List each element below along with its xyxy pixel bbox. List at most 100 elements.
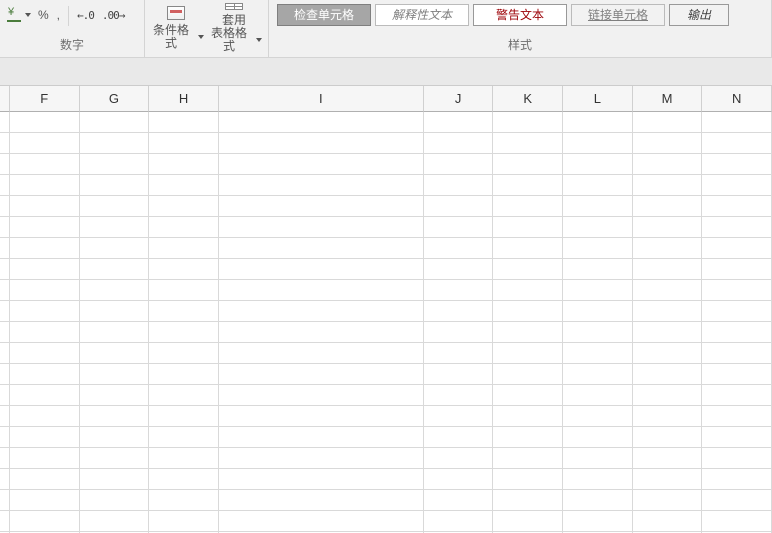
cell[interactable]: [80, 112, 150, 133]
cell[interactable]: [563, 469, 633, 490]
cell[interactable]: [219, 259, 424, 280]
cell[interactable]: [424, 259, 494, 280]
cell[interactable]: [493, 154, 563, 175]
cell[interactable]: [80, 238, 150, 259]
cell[interactable]: [0, 196, 10, 217]
cell[interactable]: [149, 196, 219, 217]
cell[interactable]: [702, 280, 772, 301]
cell[interactable]: [424, 364, 494, 385]
cell[interactable]: [10, 469, 80, 490]
cell[interactable]: [219, 280, 424, 301]
cell[interactable]: [563, 511, 633, 532]
cell[interactable]: [702, 259, 772, 280]
column-header-I[interactable]: I: [219, 86, 424, 112]
cell[interactable]: [702, 343, 772, 364]
cell[interactable]: [563, 322, 633, 343]
cell-style-explanatory[interactable]: 解释性文本: [375, 4, 469, 26]
cell[interactable]: [149, 133, 219, 154]
cell[interactable]: [0, 469, 10, 490]
cell[interactable]: [424, 175, 494, 196]
cell[interactable]: [424, 217, 494, 238]
cell[interactable]: [702, 427, 772, 448]
cell[interactable]: [493, 427, 563, 448]
cell[interactable]: [493, 490, 563, 511]
cell[interactable]: [219, 427, 424, 448]
cell[interactable]: [149, 280, 219, 301]
cell[interactable]: [219, 490, 424, 511]
cell[interactable]: [80, 427, 150, 448]
cell[interactable]: [424, 301, 494, 322]
cell[interactable]: [10, 364, 80, 385]
cell[interactable]: [424, 154, 494, 175]
cell[interactable]: [633, 112, 703, 133]
cell[interactable]: [149, 364, 219, 385]
cell[interactable]: [563, 427, 633, 448]
cell[interactable]: [10, 175, 80, 196]
cell[interactable]: [563, 406, 633, 427]
cell[interactable]: [0, 511, 10, 532]
cell[interactable]: [633, 469, 703, 490]
cell[interactable]: [219, 448, 424, 469]
cell[interactable]: [493, 259, 563, 280]
cell[interactable]: [563, 343, 633, 364]
cell[interactable]: [633, 343, 703, 364]
cell[interactable]: [149, 490, 219, 511]
cell[interactable]: [80, 301, 150, 322]
cell[interactable]: [80, 322, 150, 343]
cell[interactable]: [702, 322, 772, 343]
cell[interactable]: [0, 448, 10, 469]
cell[interactable]: [10, 448, 80, 469]
cell[interactable]: [493, 511, 563, 532]
format-as-table-button[interactable]: 套用 表格格式: [205, 2, 263, 54]
cell[interactable]: [0, 259, 10, 280]
cell[interactable]: [493, 385, 563, 406]
cell[interactable]: [424, 469, 494, 490]
cell[interactable]: [424, 343, 494, 364]
cell[interactable]: [0, 175, 10, 196]
cell[interactable]: [702, 196, 772, 217]
cell[interactable]: [563, 490, 633, 511]
cell[interactable]: [563, 154, 633, 175]
column-header-G[interactable]: G: [80, 86, 150, 112]
cell[interactable]: [219, 385, 424, 406]
cell[interactable]: [493, 448, 563, 469]
cell[interactable]: [493, 175, 563, 196]
cell[interactable]: [149, 322, 219, 343]
percent-format-button[interactable]: %: [35, 4, 52, 26]
cell[interactable]: [633, 448, 703, 469]
cell[interactable]: [149, 469, 219, 490]
cell[interactable]: [219, 238, 424, 259]
cell[interactable]: [0, 385, 10, 406]
cell[interactable]: [10, 217, 80, 238]
cell[interactable]: [219, 112, 424, 133]
cell[interactable]: [80, 343, 150, 364]
cell[interactable]: [10, 427, 80, 448]
cell[interactable]: [0, 322, 10, 343]
cell[interactable]: [702, 238, 772, 259]
cell[interactable]: [633, 196, 703, 217]
cell[interactable]: [493, 322, 563, 343]
cell[interactable]: [219, 175, 424, 196]
cell[interactable]: [219, 343, 424, 364]
cell[interactable]: [10, 511, 80, 532]
cell[interactable]: [563, 448, 633, 469]
cell[interactable]: [563, 280, 633, 301]
cell[interactable]: [0, 343, 10, 364]
cell[interactable]: [219, 154, 424, 175]
cell[interactable]: [219, 322, 424, 343]
cell[interactable]: [563, 301, 633, 322]
cell[interactable]: [702, 364, 772, 385]
column-header-L[interactable]: L: [563, 86, 633, 112]
cell[interactable]: [424, 196, 494, 217]
cell[interactable]: [0, 238, 10, 259]
cell[interactable]: [80, 448, 150, 469]
cell[interactable]: [10, 238, 80, 259]
cell[interactable]: [493, 238, 563, 259]
cell[interactable]: [563, 175, 633, 196]
cell[interactable]: [424, 238, 494, 259]
cell[interactable]: [633, 364, 703, 385]
cell[interactable]: [702, 133, 772, 154]
cell[interactable]: [633, 511, 703, 532]
cell[interactable]: [633, 385, 703, 406]
cell[interactable]: [0, 364, 10, 385]
